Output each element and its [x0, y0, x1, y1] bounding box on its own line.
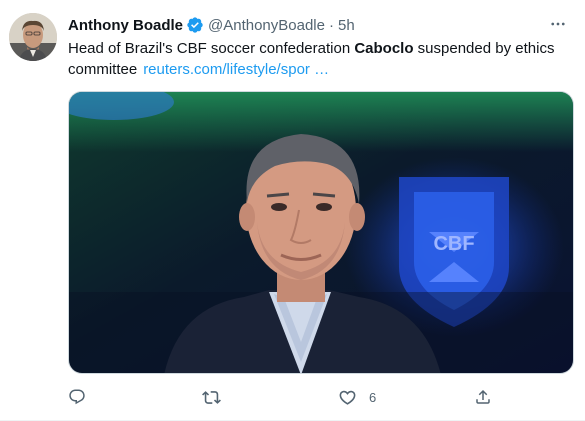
reply-icon	[68, 388, 86, 406]
share-button[interactable]	[474, 384, 492, 410]
tweet-card[interactable]: Anthony Boadle @AnthonyBoadle · 5h Head …	[0, 0, 585, 421]
retweet-icon	[202, 388, 221, 407]
more-horizontal-icon[interactable]	[548, 14, 568, 34]
tweet-actions-bar: 6	[68, 384, 498, 410]
retweet-button[interactable]	[202, 384, 221, 410]
tweet-media-image[interactable]: CBF	[68, 91, 574, 374]
verified-badge-icon	[186, 16, 204, 34]
tweet-header: Anthony Boadle @AnthonyBoadle · 5h	[68, 14, 355, 36]
tweet-text: Head of Brazil's CBF soccer confederatio…	[68, 38, 568, 80]
author-handle[interactable]: @AnthonyBoadle	[208, 17, 325, 34]
article-link[interactable]: reuters.com/lifestyle/spor …	[143, 61, 329, 78]
avatar[interactable]	[9, 13, 57, 61]
like-button[interactable]: 6	[338, 384, 376, 410]
reply-button[interactable]	[68, 384, 86, 410]
tweet-text-start: Head of Brazil's CBF soccer confederatio…	[68, 40, 355, 57]
tweet-timestamp[interactable]: 5h	[338, 17, 355, 34]
like-count: 6	[369, 389, 377, 405]
heart-icon	[338, 388, 357, 407]
share-icon	[474, 388, 492, 406]
media-cbf-text: CBF	[433, 233, 474, 255]
separator-dot: ·	[328, 16, 334, 34]
tweet-text-bold: Caboclo	[354, 40, 414, 57]
author-name[interactable]: Anthony Boadle	[68, 17, 183, 34]
